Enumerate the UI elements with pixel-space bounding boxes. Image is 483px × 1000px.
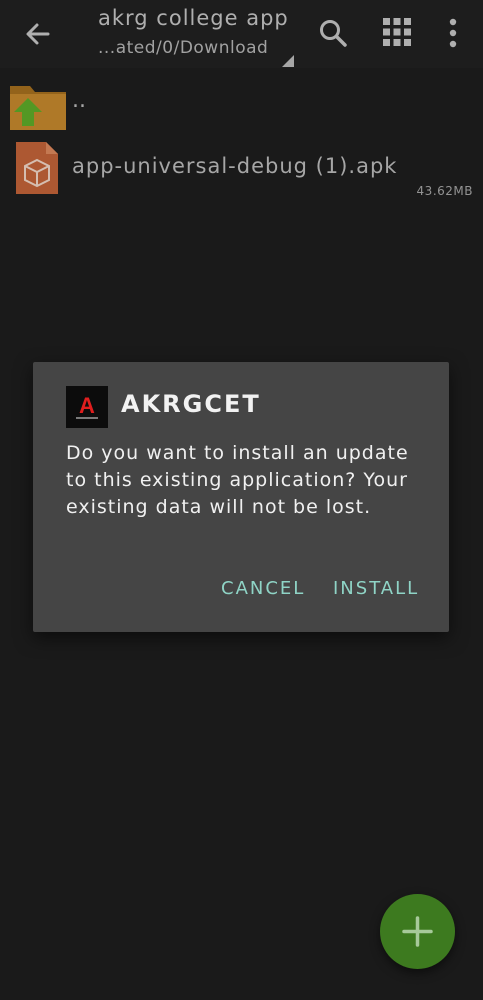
dialog-message: Do you want to install an update to this… [66,442,409,518]
logo-letter: A [79,393,95,418]
add-fab-button[interactable] [380,894,455,969]
add-icon [402,916,433,947]
app-logo: A [66,386,108,428]
install-button[interactable]: INSTALL [333,578,419,599]
install-dialog: A AKRGCET Do you want to install an upda… [33,362,449,632]
cancel-button[interactable]: CANCEL [221,578,305,599]
dialog-title: AKRGCET [121,390,261,418]
